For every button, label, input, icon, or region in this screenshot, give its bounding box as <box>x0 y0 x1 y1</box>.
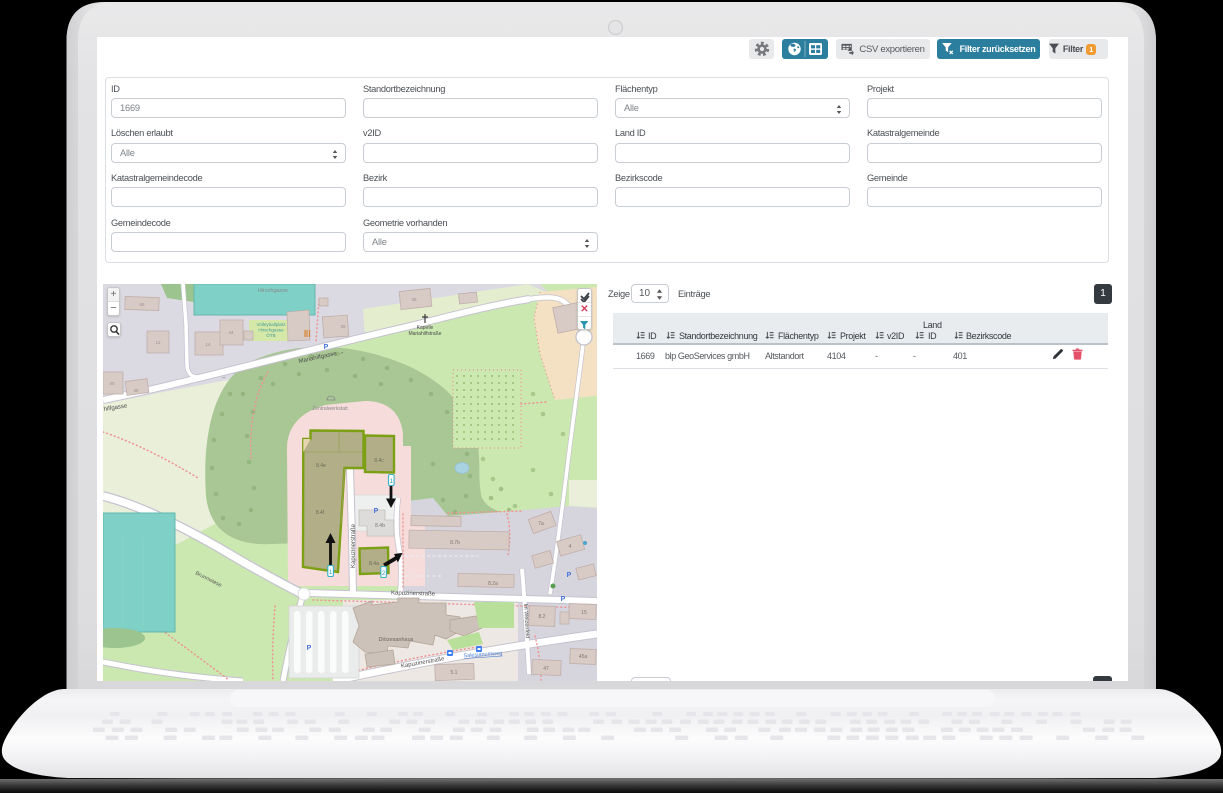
svg-text:36: 36 <box>411 297 417 302</box>
svg-text:8.7b: 8.7b <box>450 540 460 546</box>
svg-text:8.4c: 8.4c <box>374 458 384 464</box>
svg-text:Kapuzinerstraße: Kapuzinerstraße <box>391 590 436 597</box>
svg-text:P: P <box>307 645 312 652</box>
svg-text:Mariahilfstraße: Mariahilfstraße <box>408 331 441 337</box>
svg-text:7a: 7a <box>538 521 544 527</box>
svg-text:5.1: 5.1 <box>451 670 458 676</box>
svg-text:12: 12 <box>155 340 161 345</box>
svg-text:4: 4 <box>569 544 572 550</box>
svg-text:8.2: 8.2 <box>539 614 546 620</box>
svg-text:28: 28 <box>340 324 346 329</box>
svg-text:45a: 45a <box>579 654 588 660</box>
svg-text:Hirschgasse: Hirschgasse <box>258 328 284 333</box>
svg-text:14: 14 <box>205 342 211 347</box>
svg-text:8.4b: 8.4b <box>375 523 385 529</box>
svg-text:8.4e: 8.4e <box>316 463 326 469</box>
svg-text:Hirschgasse: Hirschgasse <box>258 288 288 294</box>
svg-text:Volleyballplatz: Volleyballplatz <box>256 322 286 327</box>
svg-text:44: 44 <box>228 330 234 335</box>
svg-text:P: P <box>567 572 572 579</box>
svg-text:8.2a: 8.2a <box>488 581 498 587</box>
svg-text:8.4a: 8.4a <box>369 561 379 567</box>
svg-text:Zentralwerkstatt: Zentralwerkstatt <box>312 406 348 412</box>
svg-text:47: 47 <box>543 666 549 672</box>
svg-text:ÖTB: ÖTB <box>266 332 275 338</box>
svg-text:Kapuzinerstraße: Kapuzinerstraße <box>351 523 357 568</box>
svg-text:P: P <box>324 344 329 351</box>
svg-text:48: 48 <box>133 388 139 393</box>
svg-text:P: P <box>561 596 566 603</box>
svg-text:65: 65 <box>139 302 145 307</box>
svg-text:8.4f: 8.4f <box>316 510 325 516</box>
svg-text:P: P <box>374 508 379 515</box>
svg-text:40: 40 <box>109 381 115 386</box>
svg-text:Diözesanhaus: Diözesanhaus <box>379 637 414 643</box>
svg-text:15: 15 <box>581 610 587 616</box>
